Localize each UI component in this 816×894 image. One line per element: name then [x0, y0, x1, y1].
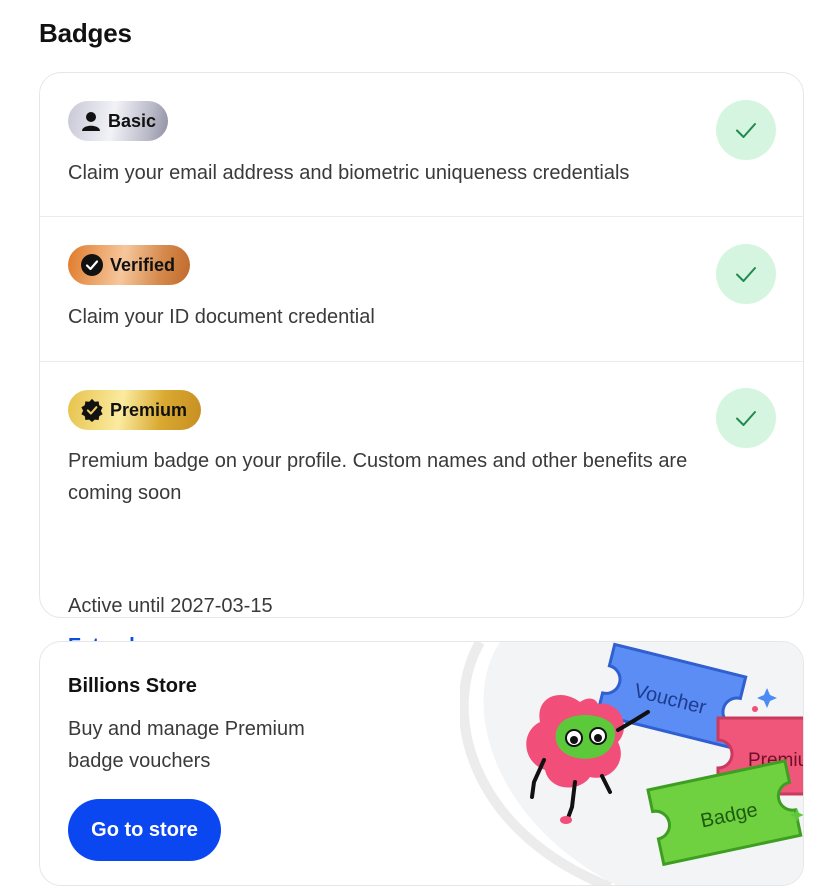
checkmark-icon: [736, 267, 756, 282]
badge-row-verified: Verified Claim your ID document credenti…: [40, 217, 803, 362]
badge-label: Verified: [110, 254, 176, 275]
badge-label: Premium: [110, 399, 188, 420]
page-title: Badges: [39, 18, 132, 48]
store-illustration: Voucher Premium Badge: [460, 642, 803, 885]
badge-status-complete: [716, 100, 776, 160]
badge-pill-verified: Verified: [68, 245, 190, 285]
badge-label: Basic: [108, 110, 157, 131]
badge-pill-premium: Premium: [68, 390, 201, 430]
badge-description: Premium badge on your profile. Custom na…: [68, 450, 688, 504]
badge-status-complete: [716, 244, 776, 304]
store-title: Billions Store: [68, 675, 197, 697]
badge-description: Claim your email address and biometric u…: [68, 162, 630, 184]
check-circle-icon: [80, 253, 104, 277]
badge-row-premium: Premium Premium badge on your profile. C…: [40, 362, 803, 657]
badge-description: Claim your ID document credential: [68, 306, 375, 328]
person-icon: [80, 109, 102, 133]
active-until-text: Active until 2027-03-15: [68, 595, 273, 617]
checkmark-icon: [736, 411, 756, 426]
badge-row-basic: Basic Claim your email address and biome…: [40, 73, 803, 217]
checkmark-icon: [736, 123, 756, 138]
store-card: Billions Store Buy and manage Premium ba…: [39, 641, 804, 886]
badge-status-complete: [716, 388, 776, 448]
badges-card: Basic Claim your email address and biome…: [39, 72, 804, 657]
badge-pill-basic: Basic: [68, 101, 168, 141]
go-to-store-button[interactable]: Go to store: [68, 799, 221, 861]
verified-seal-icon: [80, 398, 104, 422]
store-description: Buy and manage Premium badge vouchers: [68, 718, 305, 772]
